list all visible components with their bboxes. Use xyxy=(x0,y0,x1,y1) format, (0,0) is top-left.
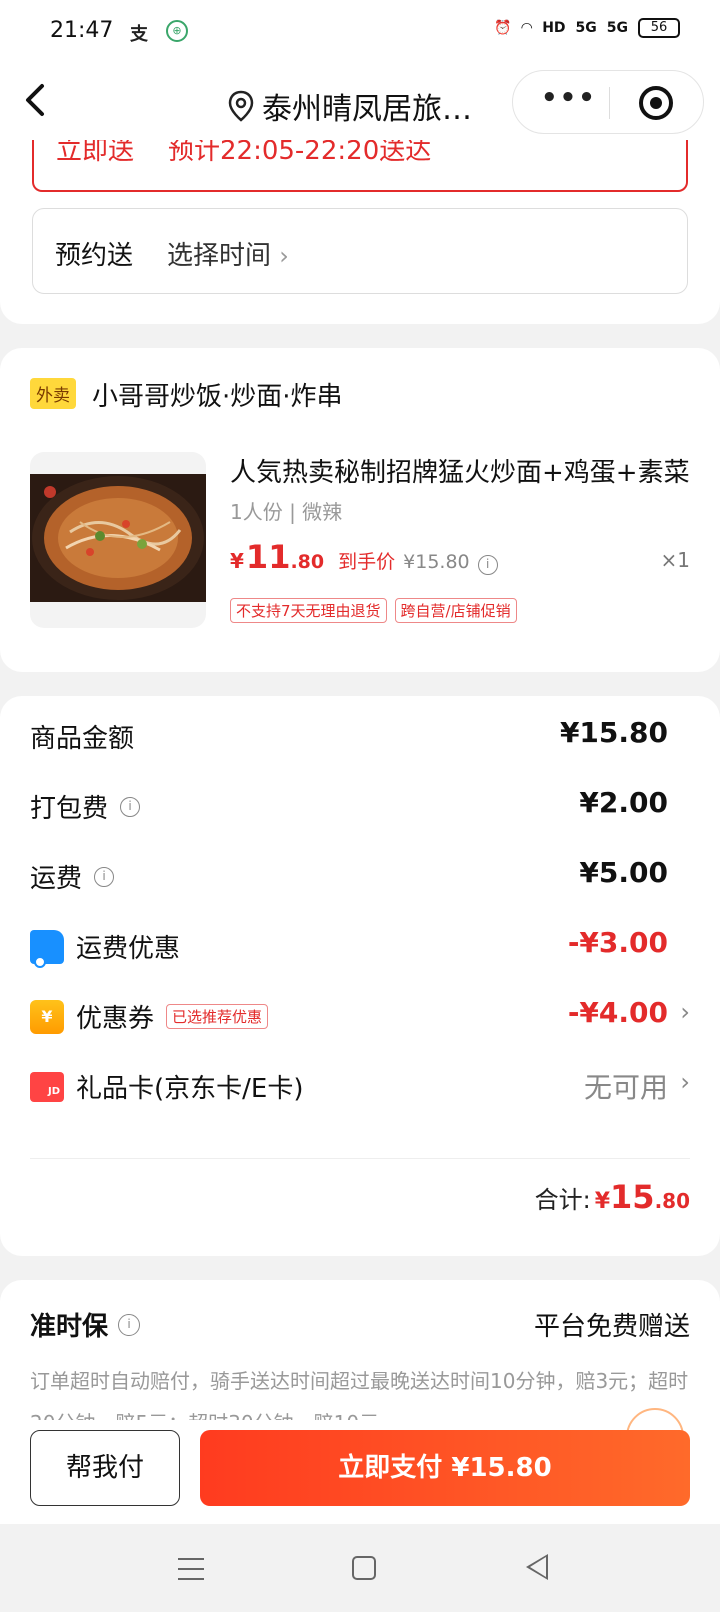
delivery-discount-label: 运费优惠 xyxy=(76,934,181,964)
home-icon[interactable] xyxy=(352,1556,376,1580)
original-price: ¥15.80 xyxy=(403,551,470,573)
delivery-fee-label: 运费 xyxy=(30,864,83,894)
wifi-icon: ◠ xyxy=(521,20,533,36)
delivery-discount-label-group: 运费优惠 xyxy=(30,928,181,968)
address-text: 泰州晴凤居旅… xyxy=(262,92,472,127)
ontime-title: 准时保 xyxy=(30,1312,109,1342)
delivery-info-icon[interactable]: i xyxy=(94,866,115,887)
ontime-info-icon[interactable]: i xyxy=(118,1313,141,1336)
menu-icon[interactable] xyxy=(178,1558,204,1580)
price-row: ¥ 11 .80 到手价 ¥15.80 i xyxy=(230,538,498,576)
fee-summary-card: 商品金额 ¥15.80 打包费 i ¥2.00 运费 i ¥5.00 运费优惠 -¥… xyxy=(0,696,720,1256)
product-tags: 不支持7天无理由退货 跨自营/店铺促销 xyxy=(230,598,517,623)
address-title[interactable]: 泰州晴凤居旅… xyxy=(228,84,472,128)
takeout-tag: 外卖 xyxy=(30,378,76,409)
delivery-fee-label-group: 运费 i xyxy=(30,858,115,895)
shop-name[interactable]: 小哥哥炒饭·炒面·炸串 xyxy=(92,376,343,413)
packing-fee-value: ¥2.00 xyxy=(579,786,668,819)
ontime-title-group: 准时保 i xyxy=(30,1306,141,1343)
ontime-gift-label: 平台免费赠送 xyxy=(533,1312,690,1342)
status-bar: 21:47 支 ⊕ ⏰ ◠ HD 5G 5G 56 xyxy=(0,0,720,64)
total-label: 合计: xyxy=(534,1186,591,1214)
help-me-pay-button[interactable]: 帮我付 xyxy=(30,1430,180,1506)
status-icons: ⏰ ◠ HD 5G 5G 56 xyxy=(494,18,680,38)
coupon-icon: ¥ xyxy=(30,999,64,1034)
alarm-icon: ⏰ xyxy=(493,20,512,36)
mini-program-capsule: ••• xyxy=(512,70,704,134)
packing-info-icon[interactable]: i xyxy=(120,796,141,817)
noodle-dish-image xyxy=(30,474,206,602)
product-title[interactable]: 人気热卖秘制招牌猛火炒面+鸡蛋+素菜 xyxy=(230,452,690,489)
close-mini-program-icon[interactable] xyxy=(639,86,673,120)
delivery-discount-row: 运费优惠 -¥3.00 xyxy=(30,916,690,976)
gift-card-label-group: JD 礼品卡(京东卡/E卡) xyxy=(30,1068,303,1105)
gift-card-label: 礼品卡(京东卡/E卡) xyxy=(76,1074,304,1104)
price-info-icon[interactable]: i xyxy=(477,555,498,575)
packing-fee-label-group: 打包费 i xyxy=(30,788,141,825)
ontime-description: 订单超时自动赔付，骑手送达时间超过最晚送达时间10分钟，赔3元；超时20分钟，赔… xyxy=(30,1369,689,1420)
payment-bar: 帮我付 立即支付 ¥15.80 xyxy=(0,1408,720,1524)
schedule-delivery-option[interactable]: 预约送 选择时间 › xyxy=(32,208,688,294)
order-total: 合计: ¥ 15 .80 xyxy=(535,1178,690,1216)
hd-label: HD xyxy=(542,20,566,36)
delivery-time-card: 立即送 预计22:05-22:20送达 预约送 选择时间 › xyxy=(0,110,720,324)
gift-card-value: 无可用 xyxy=(583,1071,668,1104)
ontime-guarantee-card: 准时保 i 平台免费赠送 订单超时自动赔付，骑手送达时间超过最晚送达时间10分钟，… xyxy=(0,1280,720,1420)
nav-bar: 泰州晴凤居旅… ••• xyxy=(0,64,720,140)
coupon-value: -¥4.00 xyxy=(567,996,668,1029)
truck-icon xyxy=(30,929,64,968)
price-currency: ¥ xyxy=(230,549,244,573)
location-pin-icon xyxy=(228,90,254,122)
delivery-fee-value: ¥5.00 xyxy=(579,856,668,889)
gift-card-row[interactable]: JD 礼品卡(京东卡/E卡) 无可用 › xyxy=(30,1056,690,1116)
total-decimal: .80 xyxy=(654,1189,690,1213)
more-icon[interactable]: ••• xyxy=(541,83,597,113)
total-integer: 15 xyxy=(610,1178,655,1216)
divider xyxy=(30,1158,690,1159)
goods-amount-label: 商品金额 xyxy=(30,724,135,754)
goods-amount-value: ¥15.80 xyxy=(559,716,668,749)
schedule-time-text: 选择时间 xyxy=(167,241,272,271)
product-spec: 1人份 | 微辣 xyxy=(230,500,343,524)
back-button[interactable] xyxy=(22,80,62,124)
capsule-divider xyxy=(609,87,610,119)
pay-now-button[interactable]: 立即支付 ¥15.80 xyxy=(200,1430,690,1506)
packing-fee-label: 打包费 xyxy=(30,794,109,824)
chevron-right-icon: › xyxy=(279,242,289,270)
product-image[interactable] xyxy=(30,452,206,628)
coupon-label: 优惠券 xyxy=(76,1004,155,1034)
status-time: 21:47 xyxy=(50,18,114,43)
product-card: 外卖 小哥哥炒饭·炒面·炸串 人気热卖秘制招牌猛火炒面+鸡蛋+素菜 1人份 | … xyxy=(0,348,720,672)
packing-fee-row: 打包费 i ¥2.00 xyxy=(30,776,690,836)
quantity: ×1 xyxy=(660,548,690,572)
chevron-right-icon: › xyxy=(680,998,690,1026)
system-navigation-bar xyxy=(0,1524,720,1612)
chevron-left-icon xyxy=(26,84,44,116)
no-return-tag: 不支持7天无理由退货 xyxy=(230,598,387,623)
chevron-right-icon: › xyxy=(680,1068,690,1096)
jd-card-icon: JD xyxy=(30,1071,64,1102)
delivery-discount-value: -¥3.00 xyxy=(567,926,668,959)
schedule-time-value: 选择时间 › xyxy=(167,235,289,272)
mini-app-icon: ⊕ xyxy=(166,20,188,42)
coupon-row[interactable]: ¥ 优惠券 已选推荐优惠 -¥4.00 › xyxy=(30,986,690,1046)
promotion-tag: 跨自营/店铺促销 xyxy=(394,598,517,623)
signal-5g-icon-2: 5G xyxy=(606,20,628,36)
total-currency: ¥ xyxy=(594,1189,611,1214)
back-triangle-icon[interactable] xyxy=(526,1554,548,1580)
signal-5g-icon: 5G xyxy=(575,20,597,36)
schedule-label: 预约送 xyxy=(55,241,134,271)
goods-amount-row: 商品金额 ¥15.80 xyxy=(30,706,690,766)
delivery-fee-row: 运费 i ¥5.00 xyxy=(30,846,690,906)
final-price-label: 到手价 xyxy=(338,551,396,573)
price-decimal: .80 xyxy=(290,551,325,573)
alipay-icon: 支 xyxy=(130,24,148,45)
battery-icon: 56 xyxy=(638,18,680,38)
coupon-label-group: ¥ 优惠券 已选推荐优惠 xyxy=(30,998,269,1035)
price-integer: 11 xyxy=(245,538,291,576)
recommended-coupon-tag: 已选推荐优惠 xyxy=(166,1004,269,1029)
